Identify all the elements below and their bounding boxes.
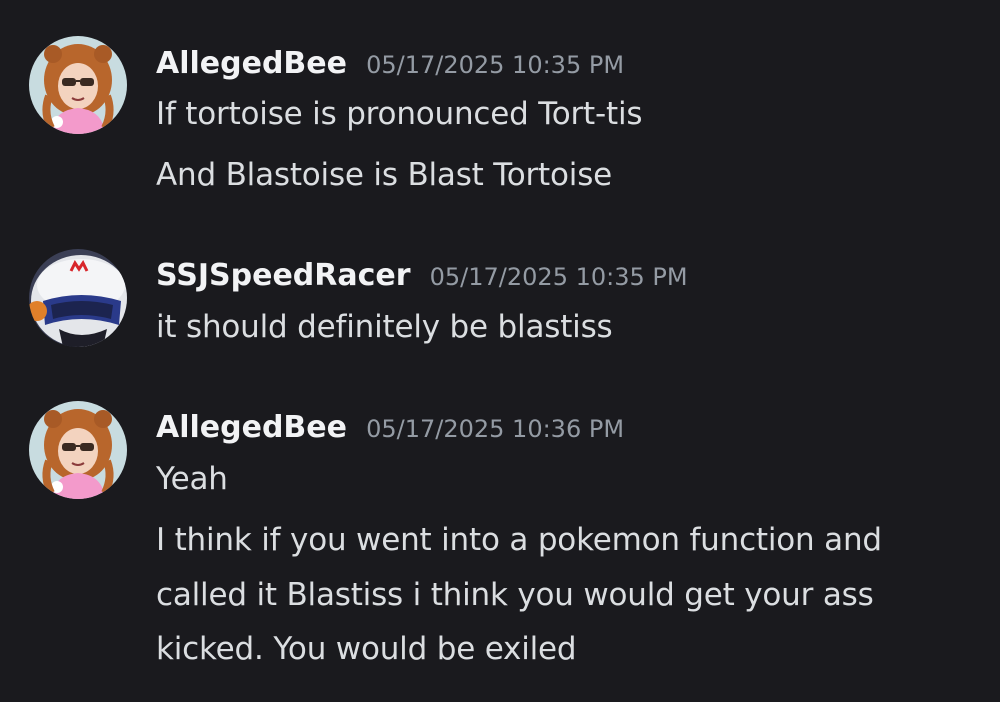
allegedbee-avatar-icon [29,36,127,134]
message-text: Yeah [156,461,228,497]
message-text: And Blastoise is Blast Tortoise [156,157,613,193]
message-header: AllegedBee 05/17/2025 10:35 PM [156,46,624,81]
message-header: SSJSpeedRacer 05/17/2025 10:35 PM [156,258,688,293]
timestamp: 05/17/2025 10:35 PM [429,263,688,291]
avatar[interactable] [29,36,127,134]
username[interactable]: AllegedBee [156,410,347,445]
message-text: kicked. You would be exiled [156,631,577,667]
message-header: AllegedBee 05/17/2025 10:36 PM [156,410,624,445]
avatar[interactable] [29,401,127,499]
allegedbee-avatar-icon [29,401,127,499]
timestamp: 05/17/2025 10:36 PM [366,415,625,443]
chat-message-list: AllegedBee 05/17/2025 10:35 PM If tortoi… [0,0,1000,702]
avatar[interactable] [29,249,127,347]
username[interactable]: AllegedBee [156,46,347,81]
timestamp: 05/17/2025 10:35 PM [366,51,625,79]
message-text: I think if you went into a pokemon funct… [156,522,882,558]
message-text: If tortoise is pronounced Tort-tis [156,96,643,132]
message-text: it should definitely be blastiss [156,309,613,345]
speedracer-helmet-avatar-icon [29,249,127,347]
message-text: called it Blastiss i think you would get… [156,577,874,613]
username[interactable]: SSJSpeedRacer [156,258,411,293]
